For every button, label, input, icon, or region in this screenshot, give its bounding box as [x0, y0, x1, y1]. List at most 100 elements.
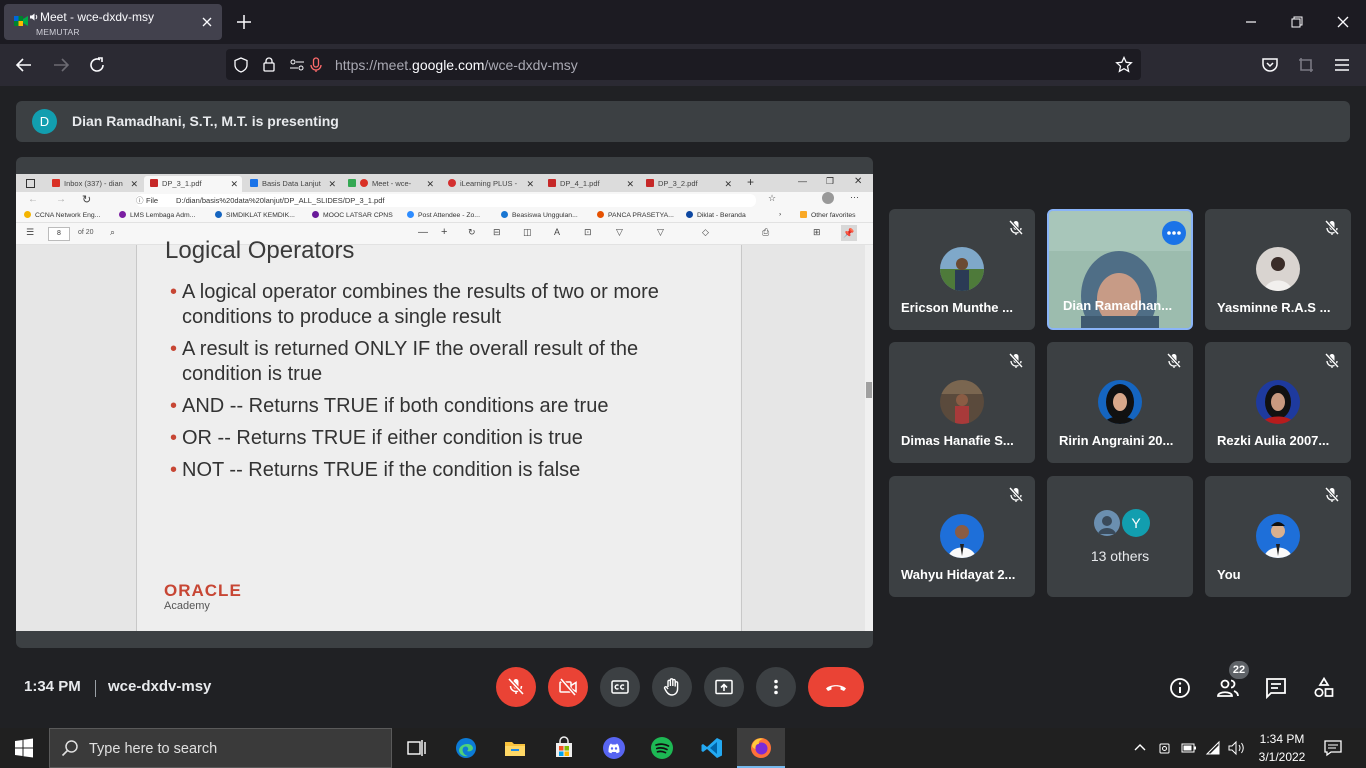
presenter-avatar: D [32, 109, 57, 134]
pdf-page-number: 8 [48, 227, 70, 241]
shared-tab: Meet - wce- ✕ [342, 176, 438, 192]
microsoft-store-icon[interactable] [552, 736, 576, 760]
url-text[interactable]: https://meet.google.com/wce-dxdv-msy [335, 57, 578, 73]
captions-button[interactable] [600, 667, 640, 707]
shared-screen[interactable]: Inbox (337) - dian ✕ DP_3_1.pdf ✕ Basis Da… [16, 157, 873, 648]
bookmark-star-icon[interactable] [1115, 56, 1133, 74]
shared-tab: iLearning PLUS - ✕ [442, 176, 538, 192]
participant-name: You [1217, 567, 1241, 582]
shared-tab: Inbox (337) - dian ✕ [46, 176, 142, 192]
notifications-icon[interactable] [1323, 739, 1343, 757]
shield-icon[interactable] [233, 57, 249, 73]
file-explorer-icon[interactable] [503, 736, 527, 760]
participant-tile[interactable]: Rezki Aulia 2007... [1205, 342, 1351, 463]
slide-bullet: A logical operator combines the results … [170, 280, 722, 330]
self-tile[interactable]: You [1205, 476, 1351, 597]
shared-bookmarks-bar: CCNA Network Eng... LMS Lembaga Adm... S… [16, 209, 873, 223]
participant-tile[interactable]: Ericson Munthe ... [889, 209, 1035, 330]
slide-bullet: NOT -- Returns TRUE if the condition is … [170, 458, 722, 483]
edge-icon[interactable] [454, 736, 478, 760]
participant-tile[interactable]: Dimas Hanafie S... [889, 342, 1035, 463]
system-time[interactable]: 1:34 PM [1257, 732, 1307, 746]
participant-name: Wahyu Hidayat 2... [901, 567, 1016, 582]
spotify-icon[interactable] [650, 736, 674, 760]
volume-icon[interactable] [1228, 740, 1246, 756]
browser-tab-meet[interactable]: Meet - wce-dxdv-msy MEMUTAR [4, 4, 222, 40]
reload-icon[interactable] [87, 55, 107, 75]
more-vert-icon [774, 679, 778, 695]
shared-address-field: ⓘ File D:/dian/basis%20data%20lanjut/DP_… [136, 194, 756, 207]
activities-icon[interactable] [1312, 676, 1336, 700]
restore-icon[interactable] [1289, 14, 1305, 30]
participant-tile-presenter[interactable]: Dian Ramadhan... [1047, 209, 1193, 330]
chat-icon[interactable] [1264, 676, 1288, 700]
others-count: 13 others [1090, 548, 1150, 564]
new-tab-icon[interactable] [235, 13, 253, 31]
windows-taskbar: Type here to search 1:34 PM 3/1/2022 [0, 728, 1366, 768]
participant-name: Dian Ramadhan... [1063, 298, 1173, 313]
leave-call-button[interactable] [808, 667, 864, 707]
chevron-up-icon[interactable] [1133, 741, 1147, 755]
participant-tile[interactable]: Wahyu Hidayat 2... [889, 476, 1035, 597]
meeting-details-icon[interactable] [1168, 676, 1192, 700]
toggle-microphone-button[interactable] [496, 667, 536, 707]
lock-icon[interactable] [261, 56, 277, 72]
back-icon[interactable] [14, 55, 34, 75]
oracle-academy-label: Academy [164, 600, 210, 612]
speaker-icon[interactable] [29, 12, 39, 22]
participant-tile[interactable]: Ririn Angraini 20... [1047, 342, 1193, 463]
pocket-icon[interactable] [1260, 55, 1280, 75]
participant-name: Ericson Munthe ... [901, 300, 1013, 315]
participant-name: Yasminne R.A.S ... [1217, 300, 1331, 315]
shared-tab: DP_4_1.pdf ✕ [542, 176, 638, 192]
captions-icon [611, 680, 629, 694]
tab-audio-status: MEMUTAR [36, 27, 80, 37]
slide-bullet: OR -- Returns TRUE if either condition i… [170, 426, 722, 451]
people-icon[interactable] [1216, 676, 1240, 700]
minimize-icon[interactable] [1243, 14, 1259, 30]
mic-off-icon [507, 677, 525, 696]
meeting-code: wce-dxdv-msy [108, 678, 212, 695]
microphone-active-icon[interactable] [309, 57, 323, 73]
others-tile[interactable]: Y 13 others [1047, 476, 1193, 597]
presenting-text: Dian Ramadhani, S.T., M.T. is presenting [72, 113, 339, 129]
raise-hand-button[interactable] [652, 667, 692, 707]
system-date[interactable]: 3/1/2022 [1257, 750, 1307, 764]
hang-up-icon [826, 685, 846, 691]
more-options-button[interactable] [756, 667, 796, 707]
discord-icon[interactable] [602, 736, 626, 760]
toggle-camera-button[interactable] [548, 667, 588, 707]
pdf-toolbar: ☰ 8 of 20 ⌕ — + ↻ ⊟ ◫ A ⊡ ▽ ▽ ◇ ⎙ ⊞ 📌 [16, 223, 873, 245]
slide-title: Logical Operators [165, 237, 355, 264]
present-now-button[interactable] [704, 667, 744, 707]
firefox-icon[interactable] [749, 736, 773, 760]
presenting-banner: D Dian Ramadhani, S.T., M.T. is presenti… [16, 101, 1350, 142]
participant-name: Dimas Hanafie S... [901, 433, 1014, 448]
vscode-icon[interactable] [700, 736, 724, 760]
forward-icon[interactable] [51, 55, 71, 75]
participant-avatar [1256, 514, 1300, 558]
task-view-icon[interactable] [404, 736, 428, 760]
close-window-icon[interactable] [1335, 14, 1351, 30]
permissions-icon[interactable] [289, 57, 305, 73]
search-icon [61, 740, 78, 757]
battery-icon[interactable] [1181, 740, 1197, 756]
participant-name: Ririn Angraini 20... [1059, 433, 1174, 448]
taskbar-search[interactable]: Type here to search [49, 728, 392, 768]
more-options-icon[interactable] [1162, 221, 1186, 245]
search-placeholder: Type here to search [89, 741, 218, 757]
address-bar[interactable]: https://meet.google.com/wce-dxdv-msy [226, 49, 1141, 80]
muted-mic-icon [1321, 217, 1343, 239]
shared-tab-strip: Inbox (337) - dian ✕ DP_3_1.pdf ✕ Basis Da… [16, 174, 873, 192]
camera-off-icon [559, 677, 577, 697]
menu-icon[interactable] [1332, 55, 1352, 75]
participant-name: Rezki Aulia 2007... [1217, 433, 1330, 448]
wifi-icon[interactable] [1205, 740, 1221, 756]
pdf-page-total: of 20 [78, 229, 94, 236]
participant-tile[interactable]: Yasminne R.A.S ... [1205, 209, 1351, 330]
close-tab-icon[interactable] [200, 15, 214, 29]
meet-tray-icon[interactable] [1157, 740, 1173, 756]
extension-icon[interactable] [1296, 55, 1316, 75]
slide-bullet: A result is returned ONLY IF the overall… [170, 337, 722, 387]
windows-start-icon[interactable] [12, 736, 36, 760]
